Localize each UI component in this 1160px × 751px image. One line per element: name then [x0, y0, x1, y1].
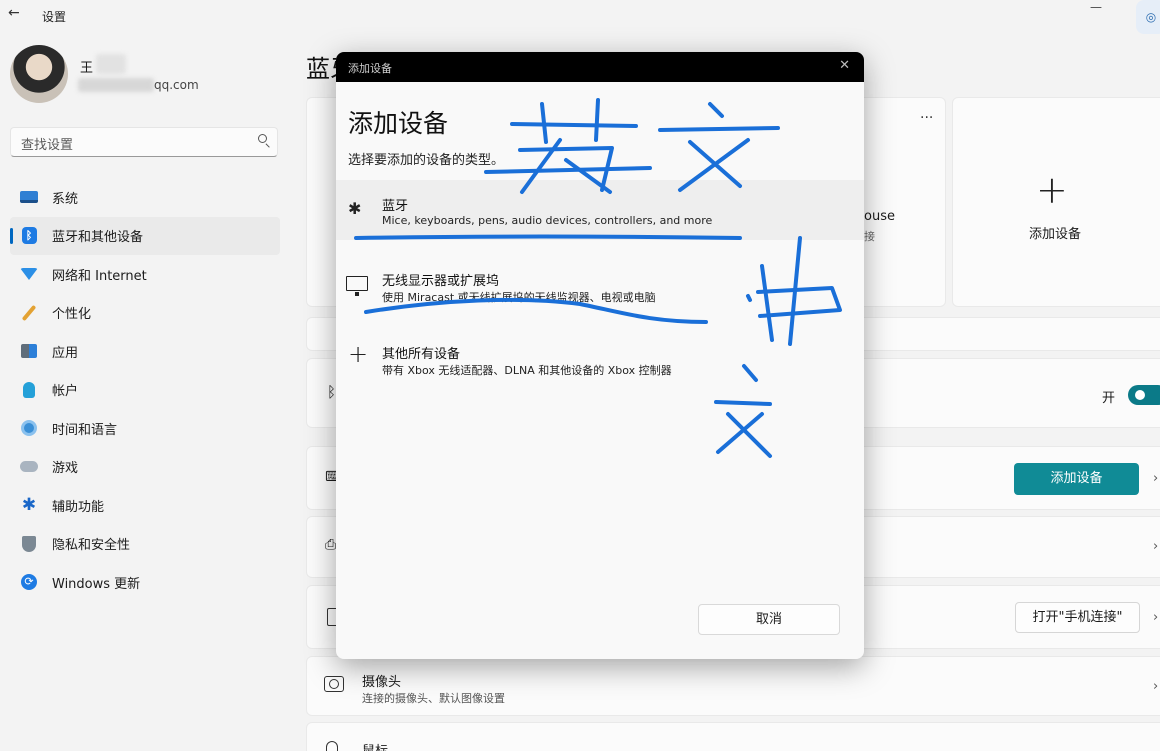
printer-icon: ⎙	[325, 537, 337, 553]
mouse-row-title: 鼠标	[362, 740, 388, 751]
plus-icon: +	[348, 340, 369, 368]
bluetooth-icon: ᛒ	[20, 227, 38, 245]
sidebar-item-personalization[interactable]: 个性化	[10, 294, 280, 333]
sidebar-item-label: 辅助功能	[52, 499, 105, 515]
option-everything-else[interactable]: + 其他所有设备 带有 Xbox 无线适配器、DLNA 和其他设备的 Xbox …	[336, 332, 864, 392]
redacted-name-blur	[96, 54, 126, 74]
dialog-bar-title: 添加设备	[348, 62, 392, 75]
redacted-email-blur	[78, 78, 154, 92]
mouse-icon	[326, 741, 338, 751]
camera-icon	[324, 676, 344, 692]
sidebar-item-label: 网络和 Internet	[52, 268, 147, 284]
update-icon: ⟳	[20, 573, 38, 591]
sidebar-item-bluetooth-devices[interactable]: ᛒ 蓝牙和其他设备	[10, 216, 280, 255]
more-options-icon[interactable]: ···	[920, 110, 933, 126]
sidebar-item-gaming[interactable]: 游戏	[10, 448, 280, 487]
sidebar-item-label: Windows 更新	[52, 576, 141, 592]
minimize-button[interactable]: —	[1090, 0, 1102, 14]
chevron-right-icon: ›	[1153, 539, 1159, 554]
shield-icon	[20, 535, 38, 553]
user-email: qq.com	[154, 78, 199, 92]
cancel-button[interactable]: 取消	[698, 604, 840, 635]
sidebar-item-system[interactable]: 系统	[10, 178, 280, 217]
device-tile-name: ouse	[864, 209, 895, 224]
add-device-button[interactable]: 添加设备	[1014, 463, 1139, 495]
sidebar-item-label: 应用	[52, 345, 79, 361]
add-device-dialog: 添加设备 ✕ 添加设备 选择要添加的设备的类型。 ✱ 蓝牙 Mice, keyb…	[336, 52, 864, 659]
back-arrow-icon[interactable]: ←	[8, 5, 20, 21]
device-tile-status: 接	[864, 230, 875, 243]
search-placeholder: 查找设置	[21, 138, 74, 153]
sidebar-item-label: 游戏	[52, 461, 79, 477]
sidebar-item-accounts[interactable]: 帐户	[10, 371, 280, 410]
option-title: 其他所有设备	[382, 347, 461, 362]
gaming-icon	[20, 458, 38, 476]
dialog-title-bar: 添加设备 ✕	[336, 52, 864, 82]
search-icon	[258, 134, 267, 143]
toggle-state-label: 开	[1102, 391, 1116, 406]
sidebar-item-privacy[interactable]: 隐私和安全性	[10, 525, 280, 564]
brush-icon	[20, 304, 38, 322]
option-wireless-display[interactable]: 无线显示器或扩展坞 使用 Miracast 或无线扩展坞的无线监视器、电视或电脑	[336, 256, 864, 316]
system-icon	[20, 188, 38, 206]
user-name: 王	[80, 61, 94, 76]
chevron-right-icon: ›	[1153, 679, 1159, 694]
sidebar-item-label: 帐户	[52, 384, 79, 400]
sidebar-item-label: 系统	[52, 191, 79, 207]
close-icon[interactable]: ✕	[839, 58, 850, 73]
snip-tool-icon[interactable]: ◎	[1136, 0, 1160, 34]
camera-row-subtitle: 连接的摄像头、默认图像设置	[362, 692, 505, 705]
time-language-icon	[20, 419, 38, 437]
option-title: 蓝牙	[382, 199, 409, 214]
search-input[interactable]: 查找设置	[10, 127, 278, 157]
apps-icon	[20, 342, 38, 360]
open-phone-link-button[interactable]: 打开"手机连接"	[1015, 602, 1140, 633]
option-description: Mice, keyboards, pens, audio devices, co…	[382, 214, 713, 227]
account-icon	[20, 381, 38, 399]
sidebar-item-label: 时间和语言	[52, 422, 118, 438]
sidebar-nav: 系统 ᛒ 蓝牙和其他设备 网络和 Internet 个性化 应用 帐户 时间和语…	[10, 178, 280, 602]
network-icon	[20, 265, 38, 283]
chevron-right-icon: ›	[1153, 610, 1159, 625]
option-title: 无线显示器或扩展坞	[382, 274, 500, 289]
chevron-right-icon: ›	[1153, 471, 1159, 486]
option-description: 带有 Xbox 无线适配器、DLNA 和其他设备的 Xbox 控制器	[382, 364, 672, 377]
sidebar-item-accessibility[interactable]: ✱ 辅助功能	[10, 486, 280, 525]
monitor-icon	[346, 276, 368, 296]
dialog-subheading: 选择要添加的设备的类型。	[348, 153, 505, 168]
option-bluetooth[interactable]: ✱ 蓝牙 Mice, keyboards, pens, audio device…	[336, 180, 864, 240]
sidebar-item-network[interactable]: 网络和 Internet	[10, 255, 280, 294]
avatar[interactable]	[10, 45, 68, 103]
sidebar-item-apps[interactable]: 应用	[10, 332, 280, 371]
camera-row[interactable]: ›	[306, 656, 1160, 716]
option-description: 使用 Miracast 或无线扩展坞的无线监视器、电视或电脑	[382, 291, 656, 304]
sidebar-item-label: 蓝牙和其他设备	[52, 230, 144, 246]
app-title: 设置	[42, 10, 67, 24]
sidebar-item-label: 隐私和安全性	[52, 538, 131, 554]
bluetooth-icon: ✱	[348, 199, 362, 218]
mouse-row[interactable]	[306, 722, 1160, 751]
accessibility-icon: ✱	[21, 495, 37, 516]
dialog-heading: 添加设备	[348, 109, 449, 138]
bluetooth-icon: ᛒ	[327, 383, 337, 401]
add-device-tile-label: 添加设备	[1029, 227, 1082, 242]
sidebar-item-label: 个性化	[52, 307, 92, 323]
sidebar-item-time-language[interactable]: 时间和语言	[10, 409, 280, 448]
plus-icon: +	[1036, 168, 1068, 212]
camera-row-title: 摄像头	[362, 675, 402, 690]
bluetooth-toggle[interactable]	[1128, 385, 1160, 405]
sidebar-item-windows-update[interactable]: ⟳ Windows 更新	[10, 563, 280, 602]
